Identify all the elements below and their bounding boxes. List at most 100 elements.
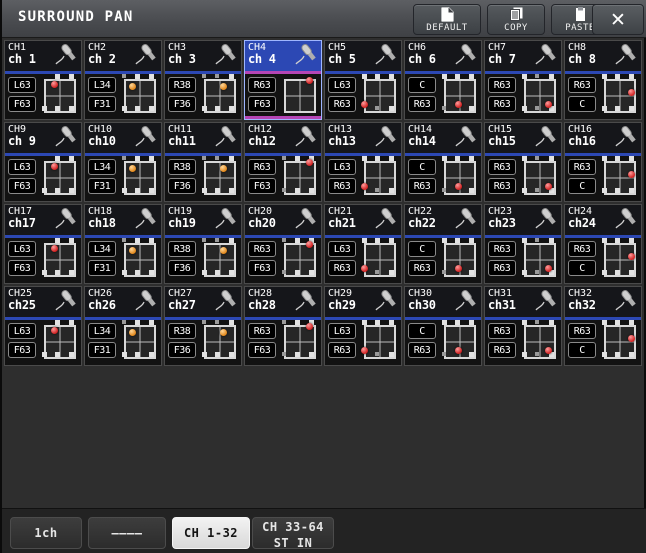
channel-cell-ch7[interactable]: CH7 ch 7 R63 R63 [484, 40, 562, 120]
pan-position-dot[interactable] [220, 247, 227, 254]
tab-1ch[interactable]: 1ch [10, 517, 82, 549]
copy-button[interactable]: COPY [487, 4, 545, 35]
surround-pan-grid[interactable] [361, 238, 399, 281]
pan-lr-value[interactable]: R63 [568, 241, 596, 257]
pan-lr-value[interactable]: C [408, 323, 436, 339]
pan-lr-value[interactable]: L34 [88, 77, 116, 93]
pan-position-dot[interactable] [220, 83, 227, 90]
pan-fr-value[interactable]: F31 [88, 342, 116, 358]
surround-pan-grid[interactable] [601, 156, 639, 199]
pan-lr-value[interactable]: L34 [88, 159, 116, 175]
pan-position-dot[interactable] [51, 327, 58, 334]
pan-fr-value[interactable]: F63 [248, 96, 276, 112]
pan-lr-value[interactable]: R38 [168, 77, 196, 93]
pan-fr-value[interactable]: R63 [328, 260, 356, 276]
channel-cell-ch17[interactable]: CH17 ch17 L63 F63 [4, 204, 82, 284]
pan-position-dot[interactable] [306, 77, 313, 84]
channel-cell-ch16[interactable]: CH16 ch16 R63 C [564, 122, 642, 202]
close-button[interactable]: ✕ [592, 4, 644, 35]
pan-position-dot[interactable] [455, 265, 462, 272]
pan-lr-value[interactable]: L63 [328, 77, 356, 93]
pan-lr-value[interactable]: L63 [328, 323, 356, 339]
pan-fr-value[interactable]: C [568, 342, 596, 358]
surround-pan-grid[interactable] [521, 156, 559, 199]
surround-pan-grid[interactable] [601, 320, 639, 363]
pan-lr-value[interactable]: L34 [88, 241, 116, 257]
pan-fr-value[interactable]: F63 [248, 260, 276, 276]
pan-position-dot[interactable] [129, 247, 136, 254]
pan-fr-value[interactable]: C [568, 178, 596, 194]
pan-fr-value[interactable]: F63 [248, 342, 276, 358]
pan-fr-value[interactable]: R63 [328, 342, 356, 358]
pan-fr-value[interactable]: F36 [168, 178, 196, 194]
pan-lr-value[interactable]: R38 [168, 241, 196, 257]
channel-cell-ch27[interactable]: CH27 ch27 R38 F36 [164, 286, 242, 366]
channel-cell-ch22[interactable]: CH22 ch22 C R63 [404, 204, 482, 284]
pan-lr-value[interactable]: L34 [88, 323, 116, 339]
channel-cell-ch12[interactable]: CH12 ch12 R63 F63 [244, 122, 322, 202]
channel-cell-ch9[interactable]: CH9 ch 9 L63 F63 [4, 122, 82, 202]
pan-fr-value[interactable]: R63 [328, 178, 356, 194]
channel-cell-ch14[interactable]: CH14 ch14 C R63 [404, 122, 482, 202]
pan-position-dot[interactable] [545, 183, 552, 190]
pan-position-dot[interactable] [129, 83, 136, 90]
pan-lr-value[interactable]: R38 [168, 159, 196, 175]
channel-cell-ch19[interactable]: CH19 ch19 R38 F36 [164, 204, 242, 284]
pan-position-dot[interactable] [628, 253, 635, 260]
pan-position-dot[interactable] [51, 245, 58, 252]
channel-cell-ch18[interactable]: CH18 ch18 L34 F31 [84, 204, 162, 284]
pan-position-dot[interactable] [628, 335, 635, 342]
pan-lr-value[interactable]: C [408, 159, 436, 175]
channel-cell-ch1[interactable]: CH1 ch 1 L63 F63 [4, 40, 82, 120]
pan-fr-value[interactable]: R63 [408, 96, 436, 112]
pan-lr-value[interactable]: L63 [8, 241, 36, 257]
channel-cell-ch10[interactable]: CH10 ch10 L34 F31 [84, 122, 162, 202]
channel-cell-ch25[interactable]: CH25 ch25 L63 F63 [4, 286, 82, 366]
pan-lr-value[interactable]: R63 [488, 159, 516, 175]
pan-position-dot[interactable] [361, 265, 368, 272]
pan-fr-value[interactable]: R63 [488, 178, 516, 194]
pan-lr-value[interactable]: L63 [8, 77, 36, 93]
tab-dashes[interactable]: –––– [88, 517, 166, 549]
pan-position-dot[interactable] [628, 89, 635, 96]
tab-ch-33-64-st-in[interactable]: CH 33-64 ST IN [252, 517, 334, 550]
pan-position-dot[interactable] [455, 101, 462, 108]
pan-fr-value[interactable]: C [568, 260, 596, 276]
channel-cell-ch6[interactable]: CH6 ch 6 C R63 [404, 40, 482, 120]
channel-cell-ch23[interactable]: CH23 ch23 R63 R63 [484, 204, 562, 284]
channel-cell-ch4[interactable]: CH4 ch 4 R63 F63 [244, 40, 322, 120]
surround-pan-grid[interactable] [121, 156, 159, 199]
pan-fr-value[interactable]: F63 [8, 96, 36, 112]
pan-position-dot[interactable] [51, 163, 58, 170]
surround-pan-grid[interactable] [601, 74, 639, 117]
channel-cell-ch13[interactable]: CH13 ch13 L63 R63 [324, 122, 402, 202]
pan-lr-value[interactable]: R63 [568, 77, 596, 93]
pan-lr-value[interactable]: L63 [328, 159, 356, 175]
pan-lr-value[interactable]: R38 [168, 323, 196, 339]
surround-pan-grid[interactable] [441, 320, 479, 363]
surround-pan-grid[interactable] [521, 74, 559, 117]
pan-position-dot[interactable] [545, 347, 552, 354]
surround-pan-grid[interactable] [521, 238, 559, 281]
surround-pan-grid[interactable] [441, 238, 479, 281]
pan-fr-value[interactable]: F31 [88, 260, 116, 276]
surround-pan-grid[interactable] [441, 74, 479, 117]
pan-position-dot[interactable] [361, 183, 368, 190]
surround-pan-grid[interactable] [521, 320, 559, 363]
pan-position-dot[interactable] [129, 165, 136, 172]
tab-ch-1-32[interactable]: CH 1-32 [172, 517, 250, 549]
pan-lr-value[interactable]: L63 [8, 159, 36, 175]
channel-cell-ch5[interactable]: CH5 ch 5 L63 R63 [324, 40, 402, 120]
pan-position-dot[interactable] [220, 165, 227, 172]
pan-position-dot[interactable] [306, 159, 313, 166]
surround-pan-grid[interactable] [201, 238, 239, 281]
surround-pan-grid[interactable] [201, 74, 239, 117]
surround-pan-grid[interactable] [41, 320, 79, 363]
pan-fr-value[interactable]: F31 [88, 178, 116, 194]
channel-cell-ch31[interactable]: CH31 ch31 R63 R63 [484, 286, 562, 366]
pan-lr-value[interactable]: C [408, 241, 436, 257]
channel-cell-ch24[interactable]: CH24 ch24 R63 C [564, 204, 642, 284]
surround-pan-grid[interactable] [601, 238, 639, 281]
surround-pan-grid[interactable] [41, 238, 79, 281]
pan-lr-value[interactable]: R63 [248, 241, 276, 257]
